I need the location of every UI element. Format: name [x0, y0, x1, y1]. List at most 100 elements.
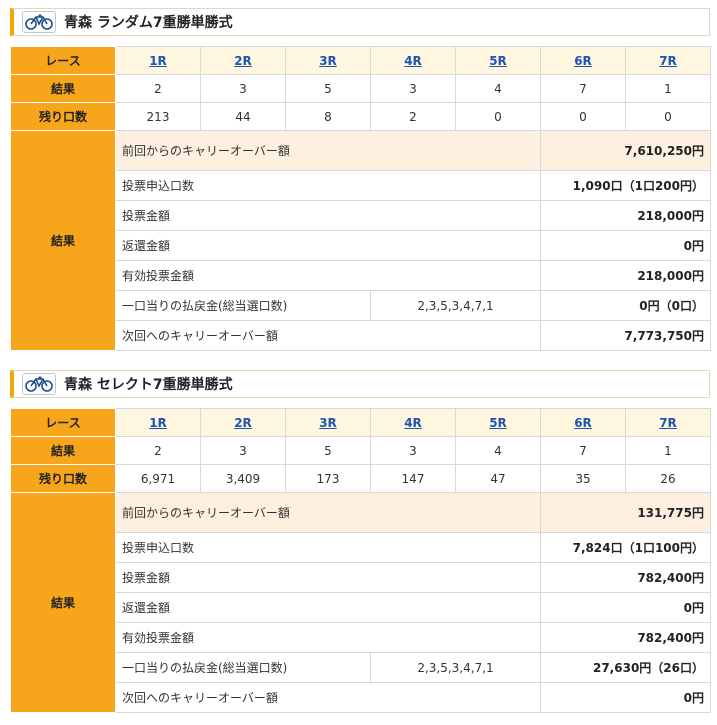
- payout-label: 一口当りの払戻金(総当選口数): [115, 290, 371, 321]
- section-title-bar: 青森 セレクト7重勝単勝式: [10, 370, 710, 398]
- remaining-cell: 0: [540, 102, 626, 131]
- race-link-6[interactable]: 6R: [574, 54, 592, 68]
- amount-label: 投票金額: [115, 200, 541, 231]
- result-label: 結果: [10, 74, 116, 103]
- remaining-cell: 0: [455, 102, 541, 131]
- result-cell: 4: [455, 436, 541, 465]
- race-link-1[interactable]: 1R: [149, 416, 167, 430]
- amount-row: 投票金額 218,000円: [11, 200, 711, 231]
- result-cell: 1: [625, 436, 711, 465]
- remaining-label: 残り口数: [10, 464, 116, 493]
- race-link-4[interactable]: 4R: [404, 54, 422, 68]
- bicycle-icon: [22, 373, 56, 395]
- carryover-in-label: 前回からのキャリーオーバー額: [115, 130, 541, 171]
- carryover-out-row: 次回へのキャリーオーバー額 0円: [11, 682, 711, 713]
- tickets-value: 1,090口（1口200円）: [540, 170, 711, 201]
- carryover-in-row: 結果 前回からのキャリーオーバー額 131,775円: [10, 492, 711, 713]
- result-cell: 4: [455, 74, 541, 103]
- result-cell: 3: [200, 74, 286, 103]
- remaining-cell: 8: [285, 102, 371, 131]
- valid-row: 有効投票金額 782,400円: [11, 622, 711, 653]
- remaining-row: 残り口数 213 44 8 2 0 0 0: [10, 102, 711, 131]
- tickets-row: 投票申込口数 7,824口（1口100円）: [11, 532, 711, 563]
- remaining-cell: 35: [540, 464, 626, 493]
- remaining-cell: 44: [200, 102, 286, 131]
- amount-value: 218,000円: [540, 200, 711, 231]
- refund-row: 返還金額 0円: [11, 230, 711, 261]
- amount-value: 782,400円: [540, 562, 711, 593]
- race-link-3[interactable]: 3R: [319, 416, 337, 430]
- race-link-4[interactable]: 4R: [404, 416, 422, 430]
- payout-label: 一口当りの払戻金(総当選口数): [115, 652, 371, 683]
- race-link-5[interactable]: 5R: [489, 416, 507, 430]
- race-link-2[interactable]: 2R: [234, 54, 252, 68]
- section-title: 青森 セレクト7重勝単勝式: [64, 377, 233, 393]
- bicycle-icon: [22, 11, 56, 33]
- payout-row: 一口当りの払戻金(総当選口数) 2,3,5,3,4,7,1 27,630円（26…: [11, 652, 711, 683]
- carryover-in-row: 結果 前回からのキャリーオーバー額 7,610,250円: [10, 130, 711, 351]
- carryover-out-label: 次回へのキャリーオーバー額: [115, 320, 541, 351]
- result-label: 結果: [10, 436, 116, 465]
- race-link-7[interactable]: 7R: [659, 416, 677, 430]
- race-link-7[interactable]: 7R: [659, 54, 677, 68]
- remaining-cell: 26: [625, 464, 711, 493]
- result-cell: 2: [115, 74, 201, 103]
- tickets-label: 投票申込口数: [115, 170, 541, 201]
- carryover-in-value: 131,775円: [540, 492, 711, 533]
- race-link-2[interactable]: 2R: [234, 416, 252, 430]
- result-cell: 5: [285, 74, 371, 103]
- race-row: レース 1R 2R 3R 4R 5R 6R 7R: [10, 408, 711, 437]
- carryover-out-value: 7,773,750円: [540, 320, 711, 351]
- section-title-bar: 青森 ランダム7重勝単勝式: [10, 8, 710, 36]
- remaining-cell: 173: [285, 464, 371, 493]
- remaining-row: 残り口数 6,971 3,409 173 147 47 35 26: [10, 464, 711, 493]
- refund-value: 0円: [540, 230, 711, 261]
- carryover-out-label: 次回へのキャリーオーバー額: [115, 682, 541, 713]
- remaining-cell: 0: [625, 102, 711, 131]
- carryover-in-label: 前回からのキャリーオーバー額: [115, 492, 541, 533]
- summary-label: 結果: [10, 130, 116, 351]
- race-link-3[interactable]: 3R: [319, 54, 337, 68]
- section-title: 青森 ランダム7重勝単勝式: [64, 15, 233, 31]
- summary-label: 結果: [10, 492, 116, 713]
- valid-value: 782,400円: [540, 622, 711, 653]
- valid-value: 218,000円: [540, 260, 711, 291]
- carryover-out-value: 0円: [540, 682, 711, 713]
- result-row: 結果 2 3 5 3 4 7 1: [10, 74, 711, 103]
- remaining-label: 残り口数: [10, 102, 116, 131]
- remaining-cell: 213: [115, 102, 201, 131]
- payout-value: 27,630円（26口）: [540, 652, 711, 683]
- race-link-5[interactable]: 5R: [489, 54, 507, 68]
- payout-value: 0円（0口）: [540, 290, 711, 321]
- race-link-1[interactable]: 1R: [149, 54, 167, 68]
- refund-label: 返還金額: [115, 230, 541, 261]
- result-cell: 1: [625, 74, 711, 103]
- result-cell: 5: [285, 436, 371, 465]
- amount-label: 投票金額: [115, 562, 541, 593]
- result-cell: 7: [540, 436, 626, 465]
- remaining-cell: 2: [370, 102, 456, 131]
- winning-combination: 2,3,5,3,4,7,1: [370, 290, 541, 321]
- race-row: レース 1R 2R 3R 4R 5R 6R 7R: [10, 46, 711, 75]
- result-cell: 7: [540, 74, 626, 103]
- payout-row: 一口当りの払戻金(総当選口数) 2,3,5,3,4,7,1 0円（0口）: [11, 290, 711, 321]
- refund-label: 返還金額: [115, 592, 541, 623]
- carryover-in-value: 7,610,250円: [540, 130, 711, 171]
- results-table: レース 1R 2R 3R 4R 5R 6R 7R 結果 2 3 5 3 4 7 …: [10, 46, 711, 351]
- race-link-6[interactable]: 6R: [574, 416, 592, 430]
- tickets-value: 7,824口（1口100円）: [540, 532, 711, 563]
- amount-row: 投票金額 782,400円: [11, 562, 711, 593]
- race-label: レース: [10, 408, 116, 437]
- remaining-cell: 47: [455, 464, 541, 493]
- tickets-label: 投票申込口数: [115, 532, 541, 563]
- winning-combination: 2,3,5,3,4,7,1: [370, 652, 541, 683]
- valid-row: 有効投票金額 218,000円: [11, 260, 711, 291]
- valid-label: 有効投票金額: [115, 260, 541, 291]
- result-cell: 3: [370, 436, 456, 465]
- result-cell: 3: [370, 74, 456, 103]
- valid-label: 有効投票金額: [115, 622, 541, 653]
- remaining-cell: 6,971: [115, 464, 201, 493]
- carryover-out-row: 次回へのキャリーオーバー額 7,773,750円: [11, 320, 711, 351]
- refund-row: 返還金額 0円: [11, 592, 711, 623]
- remaining-cell: 147: [370, 464, 456, 493]
